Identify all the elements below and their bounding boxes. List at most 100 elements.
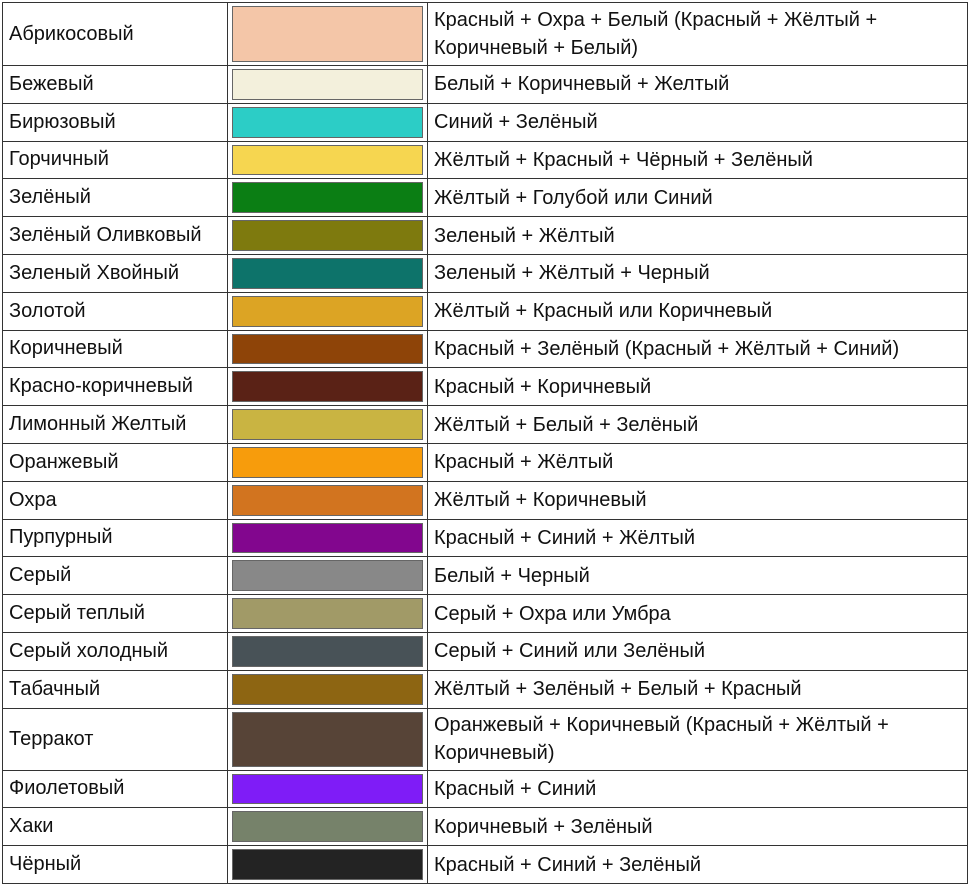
table-row: Абрикосовый Красный + Охра + Белый (Крас…	[3, 3, 967, 65]
table-row: Зелёный Оливковый Зеленый + Жёлтый	[3, 216, 967, 254]
mix-recipe: Синий + Зелёный	[434, 111, 598, 134]
color-name: Табачный	[3, 670, 228, 708]
mix-recipe: Жёлтый + Коричневый	[434, 489, 647, 512]
mix-recipe: Жёлтый + Голубой или Синий	[434, 186, 713, 209]
color-swatch	[232, 6, 423, 62]
color-swatch	[232, 773, 423, 805]
color-swatch	[232, 257, 423, 289]
color-swatch	[232, 711, 423, 767]
table-row: Красно-коричневый Красный + Коричневый	[3, 367, 967, 406]
table-row: Зелёный Жёлтый + Голубой или Синий	[3, 178, 967, 217]
swatch-cell	[228, 406, 428, 443]
table-row: Терракот Оранжевый + Коричневый (Красный…	[3, 707, 967, 770]
color-swatch	[232, 849, 423, 880]
mix-recipe: Жёлтый + Белый + Зелёный	[434, 413, 699, 436]
mix-recipe: Жёлтый + Зелёный + Белый + Красный	[434, 678, 802, 701]
color-name: Зелёный	[3, 179, 228, 217]
color-name: Красно-коричневый	[3, 368, 228, 406]
table-row: Бирюзовый Синий + Зелёный	[3, 102, 967, 141]
table-row: Коричневый Красный + Зелёный (Красный + …	[3, 329, 967, 368]
table-row: Фиолетовый Красный + Синий	[3, 769, 967, 808]
color-name: Горчичный	[3, 141, 228, 179]
table-row: Табачный Жёлтый + Зелёный + Белый + Крас…	[3, 669, 967, 708]
mix-recipe: Оранжевый + Коричневый (Красный + Жёлтый…	[434, 714, 889, 765]
color-name: Золотой	[3, 292, 228, 330]
swatch-cell	[228, 846, 428, 883]
color-name: Бежевый	[3, 66, 228, 103]
table-row: Чёрный Красный + Синий + Зелёный	[3, 845, 967, 883]
swatch-cell	[228, 670, 428, 708]
swatch-cell	[228, 770, 428, 808]
color-swatch	[232, 182, 423, 214]
mix-recipe: Красный + Охра + Белый (Красный + Жёлтый…	[434, 9, 878, 59]
swatch-cell	[228, 217, 428, 254]
color-swatch	[232, 598, 423, 629]
color-swatch	[232, 371, 423, 403]
color-swatch	[232, 333, 423, 365]
mix-recipe: Красный + Синий	[434, 777, 597, 800]
swatch-cell	[228, 808, 428, 846]
color-name: Пурпурный	[3, 519, 228, 557]
swatch-cell	[228, 292, 428, 330]
color-swatch	[232, 560, 423, 592]
mix-recipe: Белый + Черный	[434, 564, 590, 587]
table-row: Серый холодный Серый + Синий или Зелёный	[3, 631, 967, 670]
table-row: Бежевый Белый + Коричневый + Желтый	[3, 65, 967, 103]
color-swatch	[232, 446, 423, 478]
color-name: Серый	[3, 557, 228, 595]
table-row: Хаки Коричневый + Зелёный	[3, 807, 967, 846]
swatch-cell	[228, 708, 428, 770]
table-row: Зеленый Хвойный Зеленый + Жёлтый + Черны…	[3, 253, 967, 292]
color-swatch	[232, 409, 423, 440]
mix-recipe: Жёлтый + Красный + Чёрный + Зелёный	[434, 148, 813, 171]
color-swatch	[232, 811, 423, 843]
color-swatch	[232, 144, 423, 176]
swatch-cell	[228, 368, 428, 406]
table-row: Золотой Жёлтый + Красный или Коричневый	[3, 291, 967, 330]
swatch-cell	[228, 330, 428, 368]
color-name: Охра	[3, 481, 228, 519]
color-swatch	[232, 635, 423, 667]
swatch-cell	[228, 103, 428, 141]
color-name: Бирюзовый	[3, 103, 228, 141]
mix-recipe: Красный + Жёлтый	[434, 451, 614, 474]
color-swatch	[232, 69, 423, 100]
mix-recipe: Красный + Синий + Жёлтый	[434, 526, 696, 549]
color-swatch	[232, 484, 423, 516]
swatch-cell	[228, 443, 428, 481]
mix-recipe: Серый + Синий или Зелёный	[434, 640, 706, 663]
table-row: Лимонный Желтый Жёлтый + Белый + Зелёный	[3, 405, 967, 443]
color-swatch	[232, 295, 423, 327]
color-name: Абрикосовый	[3, 3, 228, 65]
mix-recipe: Красный + Синий + Зелёный	[434, 853, 702, 876]
mix-recipe: Жёлтый + Красный или Коричневый	[434, 300, 773, 323]
mix-recipe: Красный + Зелёный (Красный + Жёлтый + Си…	[434, 337, 900, 360]
swatch-cell	[228, 632, 428, 670]
color-name: Зеленый Хвойный	[3, 254, 228, 292]
table-row: Пурпурный Красный + Синий + Жёлтый	[3, 518, 967, 557]
swatch-cell	[228, 3, 428, 65]
swatch-cell	[228, 595, 428, 632]
color-name: Лимонный Желтый	[3, 406, 228, 443]
swatch-cell	[228, 179, 428, 217]
color-swatch	[232, 106, 423, 138]
swatch-cell	[228, 519, 428, 557]
swatch-cell	[228, 141, 428, 179]
color-name: Коричневый	[3, 330, 228, 368]
mix-recipe: Красный + Коричневый	[434, 375, 652, 398]
swatch-cell	[228, 481, 428, 519]
color-name: Чёрный	[3, 846, 228, 883]
mix-recipe: Коричневый + Зелёный	[434, 815, 653, 838]
color-name: Серый теплый	[3, 595, 228, 632]
color-swatch	[232, 220, 423, 251]
table-row: Серый Белый + Черный	[3, 556, 967, 595]
color-swatch	[232, 673, 423, 705]
mix-recipe: Белый + Коричневый + Желтый	[434, 73, 730, 96]
mix-recipe: Зеленый + Жёлтый + Черный	[434, 262, 710, 285]
table-row: Серый теплый Серый + Охра или Умбра	[3, 594, 967, 632]
color-name: Серый холодный	[3, 632, 228, 670]
swatch-cell	[228, 254, 428, 292]
color-swatch	[232, 522, 423, 554]
swatch-cell	[228, 66, 428, 103]
color-name: Оранжевый	[3, 443, 228, 481]
